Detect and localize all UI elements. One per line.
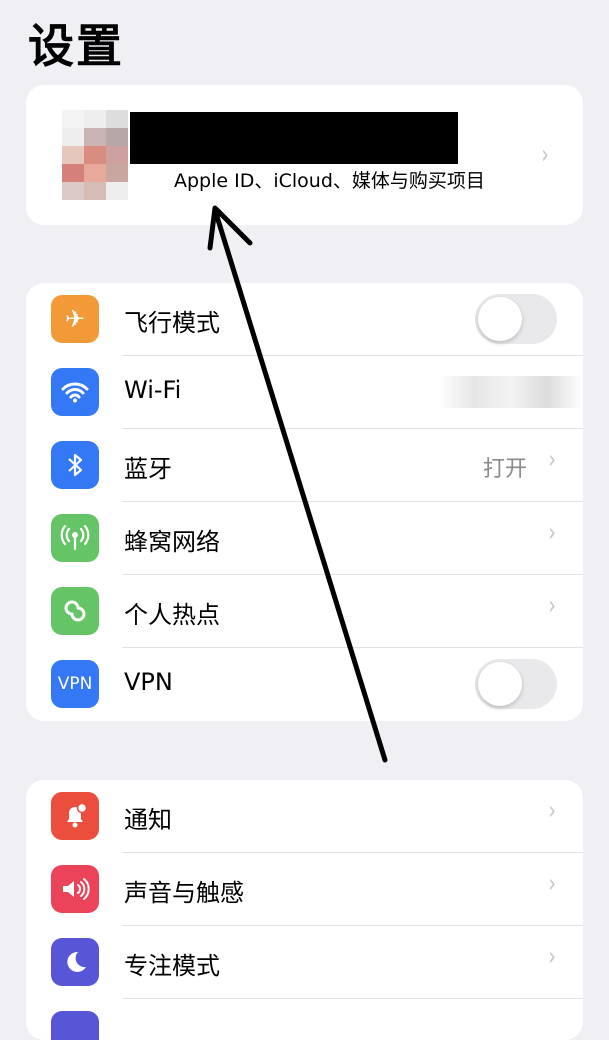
cellular-icon [51,514,99,562]
sound-icon [51,865,99,913]
airplane-mode-toggle[interactable] [475,294,557,344]
row-personal-hotspot[interactable]: 个人热点 › [26,575,583,648]
row-label: 声音与触感 [124,879,244,907]
page-title: 设置 [28,19,124,73]
chevron-right-icon: › [541,140,549,170]
vpn-icon: VPN [51,660,99,708]
moon-icon [51,938,99,986]
connectivity-group: ✈ 飞行模式 Wi-Fi 蓝牙 打开 › 蜂窝网络 › 个人热点 › VPN V… [26,283,583,721]
row-label: 个人热点 [124,601,220,629]
apple-id-subtitle: Apple ID、iCloud、媒体与购买项目 [174,170,485,192]
row-sounds-haptics[interactable]: 声音与触感 › [26,853,583,926]
screen-time-icon [51,1011,99,1040]
avatar [62,110,128,200]
notifications-group: 通知 › 声音与触感 › 专注模式 › [26,780,583,1040]
row-cellular[interactable]: 蜂窝网络 › [26,502,583,575]
row-notifications[interactable]: 通知 › [26,780,583,853]
bluetooth-status: 打开 [482,457,527,482]
chevron-right-icon: › [548,869,556,899]
row-label: 蓝牙 [124,455,172,483]
chevron-right-icon: › [548,445,556,475]
chevron-right-icon: › [548,518,556,548]
redacted-name [130,112,458,164]
notification-icon [51,792,99,840]
row-bluetooth[interactable]: 蓝牙 打开 › [26,429,583,502]
row-label: 蜂窝网络 [124,528,220,556]
chevron-right-icon: › [548,591,556,621]
row-label: Wi-Fi [124,376,182,404]
bluetooth-icon [51,441,99,489]
wifi-icon [51,368,99,416]
row-focus[interactable]: 专注模式 › [26,926,583,999]
airplane-icon: ✈ [51,295,99,343]
row-airplane-mode[interactable]: ✈ 飞行模式 [26,283,583,356]
row-wifi[interactable]: Wi-Fi [26,356,583,429]
vpn-toggle[interactable] [475,659,557,709]
row-vpn[interactable]: VPN VPN [26,648,583,721]
chevron-right-icon: › [548,942,556,972]
row-label: 飞行模式 [124,309,220,337]
hotspot-icon [51,587,99,635]
chevron-right-icon: › [548,796,556,826]
row-label: VPN [124,668,173,696]
row-label: 专注模式 [124,952,220,980]
wifi-network-value-blurred [438,376,583,408]
row-label: 通知 [124,806,172,834]
